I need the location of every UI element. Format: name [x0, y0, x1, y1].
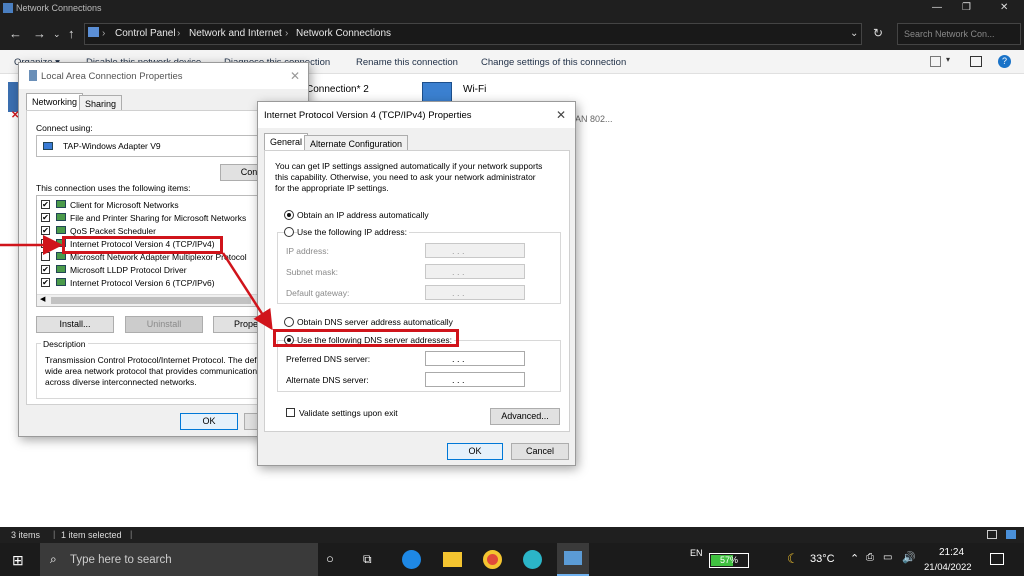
arrow-to-dns	[221, 252, 273, 331]
temperature[interactable]: 33°C	[810, 553, 835, 565]
cortana-icon[interactable]: ○	[326, 551, 334, 566]
notifications-icon[interactable]	[990, 553, 1004, 565]
search-icon: ⌕	[50, 552, 57, 566]
canva-icon[interactable]	[523, 550, 542, 569]
chrome-icon[interactable]	[483, 550, 502, 569]
language-indicator[interactable]: EN	[690, 548, 703, 558]
control-panel-taskbar-button[interactable]	[557, 543, 589, 576]
taskbar: ⊞ ⌕ Type here to search ○ ⧉ EN 57% ☾ 33°…	[0, 543, 1024, 576]
taskbar-search-placeholder: Type here to search	[70, 554, 172, 566]
weather-moon-icon[interactable]: ☾	[787, 551, 799, 567]
clock-time[interactable]: 21:24	[939, 547, 964, 558]
task-view-icon[interactable]: ⧉	[363, 552, 372, 567]
device-icon[interactable]: ⎙	[866, 552, 874, 563]
battery-indicator[interactable]: 57%	[709, 553, 749, 568]
file-explorer-icon[interactable]	[443, 552, 462, 567]
chevron-up-icon[interactable]: ⌃	[850, 552, 859, 565]
clock-date[interactable]: 21/04/2022	[924, 562, 972, 573]
taskbar-search-input[interactable]: ⌕ Type here to search	[40, 543, 318, 576]
network-icon[interactable]: ▭	[883, 552, 892, 563]
annotation-arrows	[0, 235, 273, 331]
battery-percent: 57%	[720, 555, 739, 565]
control-panel-icon	[564, 551, 582, 565]
edge-icon[interactable]	[402, 550, 421, 569]
windows-start-icon[interactable]: ⊞	[12, 552, 24, 569]
volume-icon[interactable]: 🔊	[902, 551, 916, 564]
